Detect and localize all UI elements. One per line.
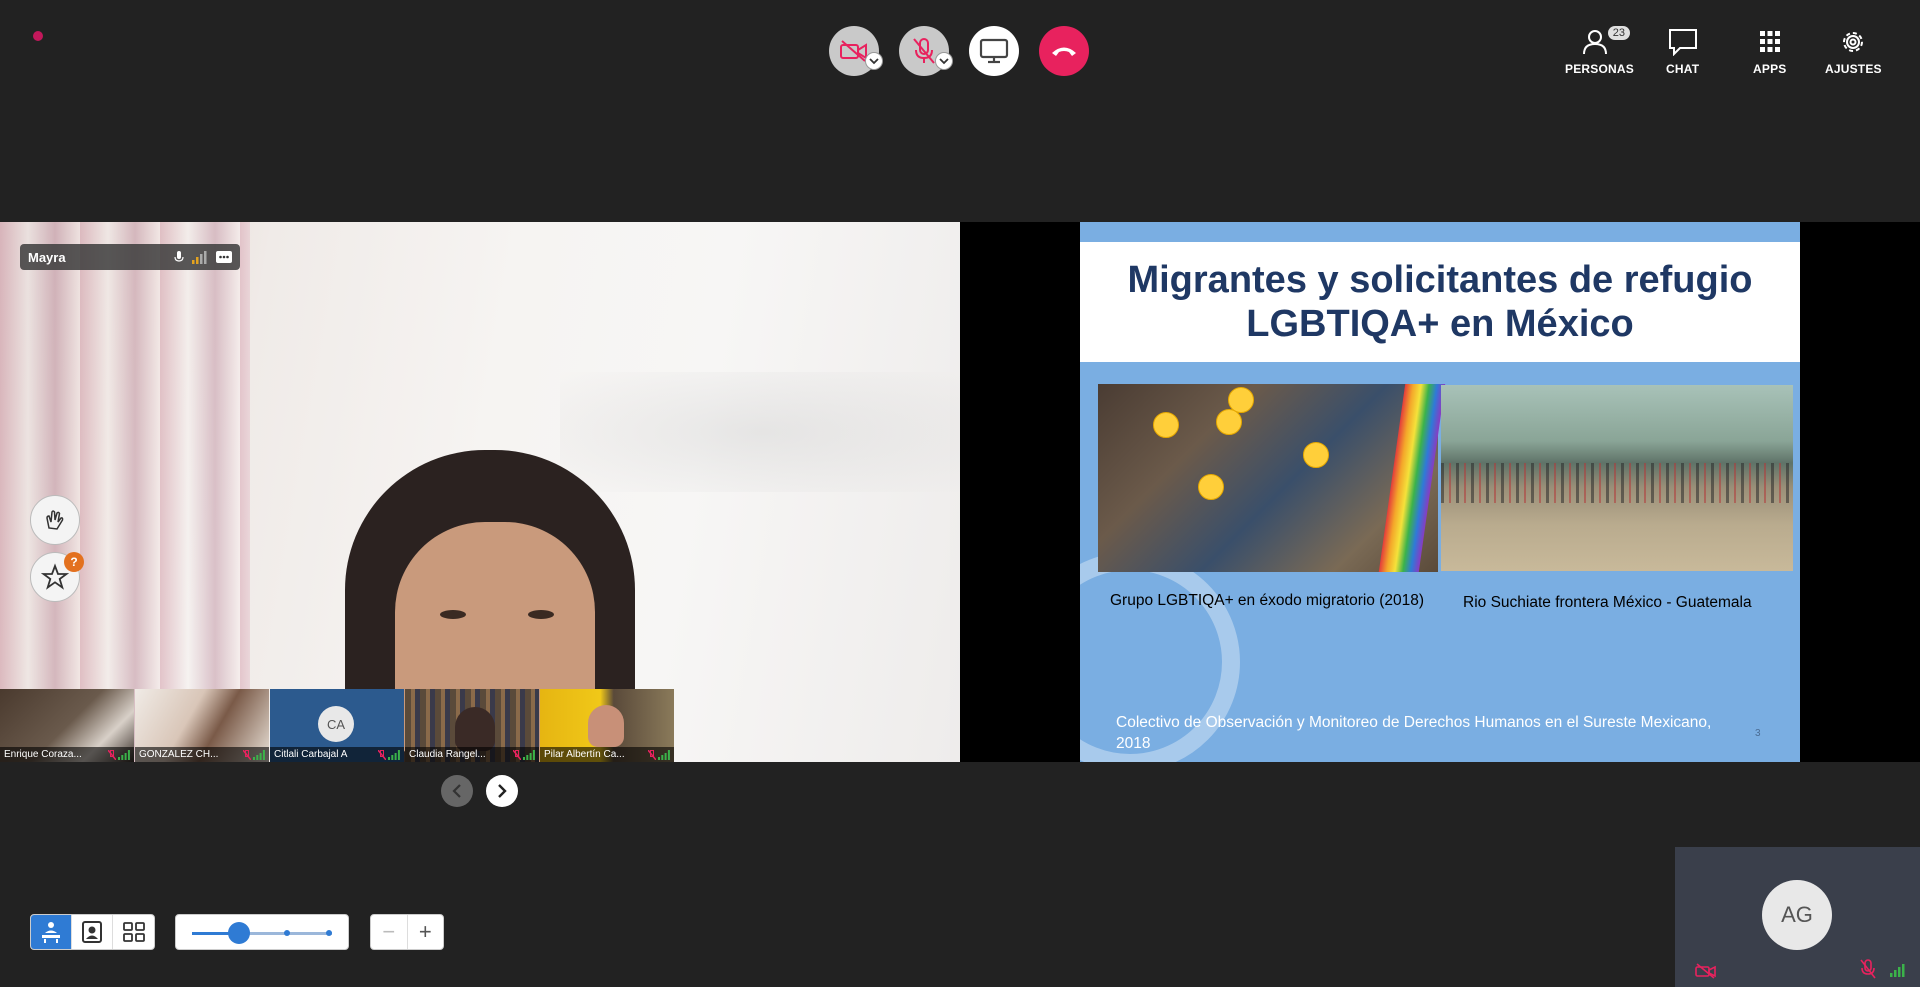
participant-name: GONZALEZ CH... — [139, 749, 219, 760]
shared-screen: Migrantes y solicitantes de refugio LGBT… — [960, 222, 1920, 762]
participant-avatar: CA — [318, 706, 354, 742]
chat-button[interactable]: CHAT — [1666, 28, 1699, 76]
self-view-tile[interactable]: AG — [1675, 847, 1920, 987]
presenter-layout-icon — [42, 922, 60, 943]
speaker-name-tag: Mayra — [20, 244, 240, 270]
recording-indicator — [33, 31, 43, 41]
people-count-badge: 23 — [1607, 26, 1630, 40]
signal-strength-icon — [523, 749, 535, 760]
speaker-name: Mayra — [28, 249, 66, 265]
mic-options-caret[interactable] — [935, 52, 953, 70]
mic-off-icon — [913, 38, 935, 64]
camera-options-caret[interactable] — [865, 52, 883, 70]
chevron-down-icon — [869, 57, 879, 64]
chevron-right-icon — [498, 784, 507, 798]
next-page-button[interactable] — [486, 775, 518, 807]
slide-title-line1: Migrantes y solicitantes de refugio — [1127, 259, 1753, 301]
signal-strength-icon — [253, 749, 265, 760]
help-badge[interactable]: ? — [64, 552, 84, 572]
grid-layout-icon — [122, 922, 145, 942]
layout-grid-button[interactable] — [113, 915, 154, 949]
mic-off-icon — [108, 749, 116, 760]
mic-off-icon — [1860, 959, 1876, 979]
chevron-left-icon — [452, 784, 461, 798]
screen-share-icon — [979, 38, 1009, 64]
caption-left: Grupo LGBTIQA+ en éxodo migratorio (2018… — [1110, 592, 1425, 609]
slide-title-line2: LGBTIQA+ en México — [1246, 303, 1634, 345]
gear-icon — [1843, 32, 1864, 52]
clap-icon — [46, 510, 64, 530]
apps-button[interactable]: APPS — [1753, 28, 1786, 76]
people-label: PERSONAS — [1565, 62, 1634, 76]
slide-footer: Colectivo de Observación y Monitoreo de … — [1116, 714, 1712, 752]
presentation-slide: Migrantes y solicitantes de refugio LGBT… — [1080, 222, 1800, 762]
participant-tile[interactable]: Enrique Coraza... — [0, 689, 134, 762]
apps-grid-icon — [1759, 31, 1780, 52]
mic-toggle-button[interactable] — [899, 26, 953, 76]
camera-toggle-button[interactable] — [829, 26, 883, 76]
zoom-out-button[interactable]: − — [371, 915, 408, 949]
participant-name: Claudia Rangel... — [409, 749, 486, 760]
main-speaker-video — [0, 222, 960, 762]
signal-strength-icon — [192, 251, 207, 264]
participant-strip: Enrique Coraza... GONZALEZ CH... CA Citl… — [0, 689, 674, 762]
more-options-icon[interactable] — [216, 251, 232, 263]
photo-migrant-group — [1098, 384, 1446, 572]
camera-off-icon — [1695, 963, 1716, 979]
slider-handle[interactable] — [228, 922, 250, 944]
slide-page-number: 3 — [1755, 728, 1761, 739]
raise-hand-button[interactable] — [30, 495, 80, 545]
self-avatar: AG — [1762, 880, 1832, 950]
zoom-controls: − + — [370, 914, 444, 950]
signal-strength-icon — [388, 749, 400, 760]
participant-tile[interactable]: Pilar Albertín Ca... — [540, 689, 674, 762]
mic-off-icon — [243, 749, 251, 760]
contact-card-icon — [82, 921, 102, 943]
caption-right: Rio Suchiate frontera México - Guatemala — [1463, 594, 1752, 611]
layout-speaker-button[interactable] — [72, 915, 113, 949]
people-button[interactable]: 23 PERSONAS — [1565, 26, 1634, 76]
tile-size-slider[interactable] — [175, 914, 349, 950]
chat-icon — [1668, 29, 1697, 56]
rainbow-flag — [1378, 384, 1446, 572]
layout-presenter-button[interactable] — [31, 915, 72, 949]
slide-title: Migrantes y solicitantes de refugio LGBT… — [1080, 258, 1800, 346]
participant-tile[interactable]: CA Citlali Carbajal A — [270, 689, 404, 762]
mic-off-icon — [648, 749, 656, 760]
prev-page-button[interactable] — [441, 775, 473, 807]
hangup-icon — [1052, 47, 1076, 56]
participant-name: Citlali Carbajal A — [274, 749, 348, 760]
apps-label: APPS — [1753, 62, 1787, 76]
participant-tile[interactable]: Claudia Rangel... — [405, 689, 539, 762]
share-screen-button[interactable] — [969, 26, 1019, 76]
chat-label: CHAT — [1666, 62, 1700, 76]
mic-off-icon — [378, 749, 386, 760]
settings-button[interactable]: AJUSTES — [1825, 28, 1882, 76]
photo-river-crossing — [1441, 385, 1793, 571]
zoom-in-button[interactable]: + — [408, 915, 444, 949]
settings-label: AJUSTES — [1825, 62, 1882, 76]
signal-strength-icon — [1890, 964, 1905, 977]
participant-tile[interactable]: GONZALEZ CH... — [135, 689, 269, 762]
participant-name: Pilar Albertín Ca... — [544, 749, 625, 760]
mic-off-icon — [513, 749, 521, 760]
background-curtain — [0, 222, 250, 762]
mic-icon — [174, 251, 184, 262]
layout-switcher — [30, 914, 155, 950]
signal-strength-icon — [658, 749, 670, 760]
signal-strength-icon — [118, 749, 130, 760]
hangup-button[interactable] — [1039, 26, 1089, 76]
participant-name: Enrique Coraza... — [4, 749, 82, 760]
chevron-down-icon — [939, 57, 949, 64]
